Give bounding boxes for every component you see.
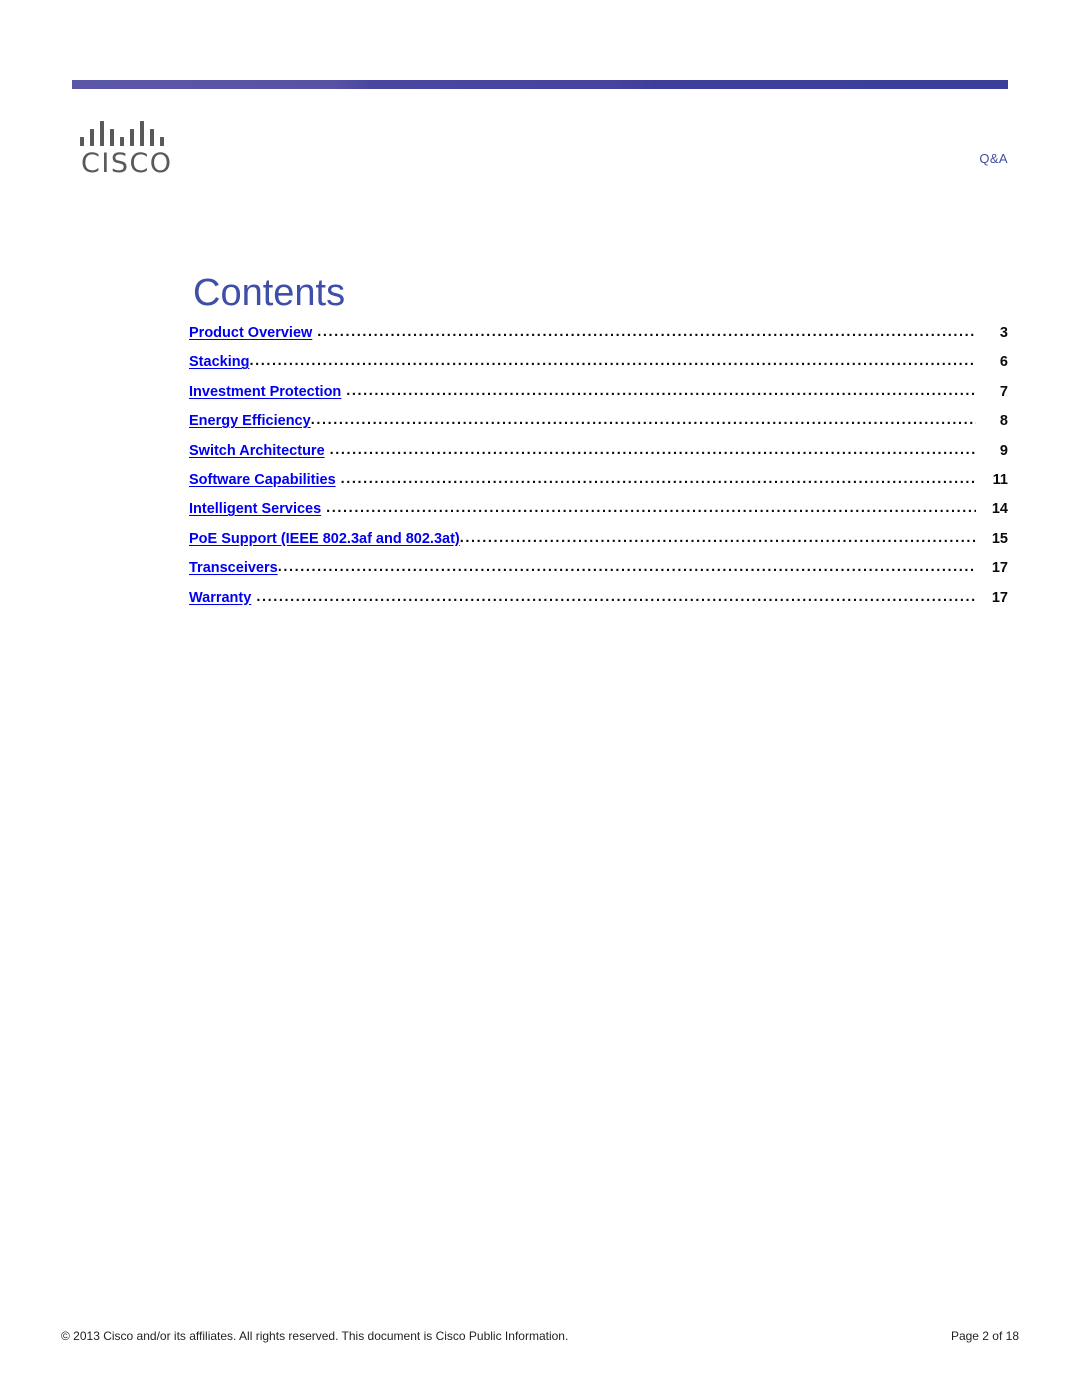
- cisco-wordmark: CISCO: [81, 148, 173, 179]
- toc-link[interactable]: PoE Support (IEEE 802.3af and 802.3at): [189, 531, 460, 547]
- toc-entry-warranty[interactable]: Warranty 17: [189, 590, 1008, 619]
- toc-page-number: 3: [999, 325, 1008, 341]
- toc-dot-leader: [249, 354, 976, 369]
- document-page: CISCO Q&A Contents Product Overview 3 St…: [0, 0, 1080, 1397]
- toc-link[interactable]: Investment Protection: [189, 384, 341, 400]
- toc-entry-energy-efficiency[interactable]: Energy Efficiency 8: [189, 413, 1008, 442]
- toc-entry-intelligent-services[interactable]: Intelligent Services 14: [189, 501, 1008, 530]
- toc-page-number: 7: [999, 383, 1008, 400]
- toc-dot-leader: [460, 531, 976, 546]
- toc-link[interactable]: Intelligent Services: [189, 501, 321, 517]
- toc-link[interactable]: Warranty: [189, 590, 251, 606]
- toc-entry-poe-support[interactable]: PoE Support (IEEE 802.3af and 802.3at) 1…: [189, 531, 1008, 560]
- toc-page-number: 6: [999, 354, 1008, 371]
- toc-dot-leader: [317, 325, 976, 340]
- toc-dot-leader: [326, 501, 976, 516]
- toc-link[interactable]: Software Capabilities: [189, 472, 336, 488]
- toc-page-number: 17: [991, 560, 1008, 577]
- header-accent-rule: [72, 80, 1008, 89]
- page-title: Contents: [193, 272, 346, 315]
- toc-link[interactable]: Energy Efficiency: [189, 413, 311, 429]
- toc-entry-transceivers[interactable]: Transceivers 17: [189, 560, 1008, 589]
- document-kind-label: Q&A: [979, 151, 1008, 166]
- toc-entry-product-overview[interactable]: Product Overview 3: [189, 325, 1008, 354]
- table-of-contents: Product Overview 3 Stacking 6 Investment…: [189, 325, 1008, 619]
- toc-dot-leader: [346, 384, 976, 399]
- toc-entry-stacking[interactable]: Stacking 6: [189, 354, 1008, 383]
- footer-page-indicator: Page 2 of 18: [950, 1329, 1019, 1343]
- toc-dot-leader: [341, 472, 976, 487]
- footer-copyright: © 2013 Cisco and/or its affiliates. All …: [61, 1329, 569, 1343]
- toc-link[interactable]: Switch Architecture: [189, 443, 325, 459]
- toc-dot-leader: [256, 590, 976, 605]
- cisco-logo: CISCO: [78, 120, 186, 177]
- toc-page-number: 9: [999, 442, 1008, 459]
- toc-dot-leader: [278, 560, 976, 575]
- toc-link[interactable]: Transceivers: [189, 560, 278, 576]
- toc-page-number: 17: [991, 589, 1008, 606]
- toc-page-number: 14: [991, 501, 1008, 518]
- toc-entry-switch-architecture[interactable]: Switch Architecture 9: [189, 443, 1008, 472]
- toc-page-number: 8: [999, 413, 1008, 430]
- toc-page-number: 11: [992, 471, 1008, 488]
- toc-entry-software-capabilities[interactable]: Software Capabilities 11: [189, 472, 1008, 501]
- toc-link[interactable]: Stacking: [189, 354, 249, 370]
- cisco-logo-bars-icon: [78, 120, 186, 146]
- toc-dot-leader: [330, 443, 976, 458]
- toc-link[interactable]: Product Overview: [189, 325, 312, 341]
- toc-page-number: 15: [991, 530, 1008, 547]
- toc-dot-leader: [311, 413, 976, 428]
- toc-entry-investment-protection[interactable]: Investment Protection 7: [189, 384, 1008, 413]
